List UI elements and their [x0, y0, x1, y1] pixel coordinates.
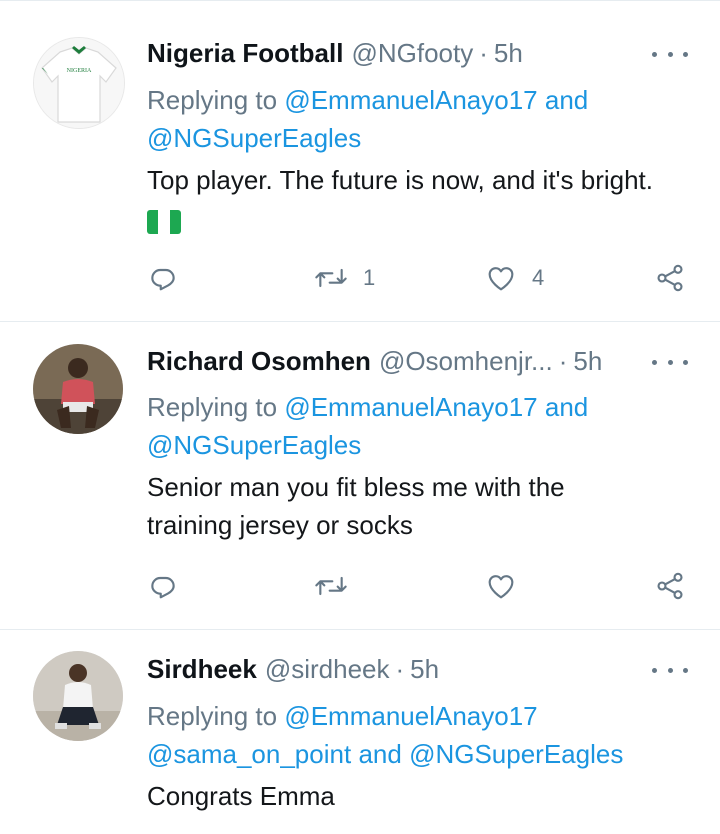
- user-handle[interactable]: @NGfooty: [351, 38, 473, 69]
- profile-photo: [33, 651, 123, 741]
- user-handle[interactable]: @Osomhenjr...: [379, 346, 553, 377]
- retweet-button[interactable]: [313, 566, 349, 606]
- more-horizontal-icon: [652, 667, 657, 673]
- more-options-button[interactable]: [652, 658, 688, 682]
- avatar[interactable]: NIGERIA: [33, 37, 125, 129]
- retweet-count: 1: [363, 265, 376, 290]
- mention-link[interactable]: @EmmanuelAnayo17: [284, 701, 537, 731]
- display-name[interactable]: Sirdheek: [147, 654, 257, 685]
- action-bar: [0, 566, 720, 606]
- replying-prefix: Replying to: [147, 701, 278, 731]
- timestamp[interactable]: 5h: [494, 38, 523, 69]
- replying-prefix: Replying to: [147, 85, 278, 115]
- mention-link[interactable]: @EmmanuelAnayo17: [284, 392, 537, 422]
- action-bar: 1 4: [0, 258, 720, 298]
- user-handle[interactable]: @sirdheek: [265, 654, 390, 685]
- and-others-link[interactable]: and: [358, 739, 401, 769]
- and-others-link[interactable]: and: [545, 392, 588, 422]
- heart-icon: [488, 267, 514, 291]
- heart-icon: [488, 575, 514, 599]
- tweet-header: Nigeria Football @NGfooty · 5h: [147, 35, 523, 71]
- nigeria-flag-emoji: [147, 210, 181, 235]
- retweet-icon: [315, 268, 347, 288]
- retweet-button[interactable]: 1: [313, 258, 375, 298]
- timestamp[interactable]: 5h: [573, 346, 602, 377]
- display-name[interactable]: Richard Osomhen: [147, 346, 371, 377]
- tweet-text-line: Senior man you fit bless me with the: [147, 472, 565, 502]
- display-name[interactable]: Nigeria Football: [147, 38, 343, 69]
- more-horizontal-icon: [652, 359, 657, 365]
- tweet-header: Sirdheek @sirdheek · 5h: [147, 651, 439, 687]
- comment-icon: [151, 268, 175, 291]
- share-button[interactable]: [654, 258, 686, 298]
- tweet-text: Top player. The future is now, and it's …: [147, 161, 707, 237]
- like-count: 4: [532, 265, 545, 290]
- mention-link[interactable]: @NGSuperEagles: [147, 430, 361, 460]
- tweet-richard-osomhen[interactable]: Richard Osomhen @Osomhenjr... · 5h Reply…: [0, 321, 720, 630]
- separator-dot: ·: [558, 345, 568, 376]
- jersey-lettering: NIGERIA: [67, 68, 92, 74]
- replying-to: Replying to @EmmanuelAnayo17 @sama_on_po…: [147, 697, 697, 773]
- reply-button[interactable]: [147, 566, 179, 606]
- replying-to: Replying to @EmmanuelAnayo17 and @NGSupe…: [147, 388, 697, 464]
- tweet-text: Senior man you fit bless me with the tra…: [147, 468, 707, 544]
- separator-dot: ·: [395, 653, 405, 684]
- and-others-link[interactable]: and: [545, 85, 588, 115]
- share-button[interactable]: [654, 566, 686, 606]
- more-horizontal-icon: [652, 51, 657, 57]
- tweet-text: Congrats Emma: [147, 777, 707, 815]
- reply-feed: NIGERIA Nigeria Football @NGfooty · 5h R…: [0, 0, 720, 834]
- tweet-sirdheek[interactable]: Sirdheek @sirdheek · 5h Replying to @Emm…: [0, 629, 720, 834]
- avatar[interactable]: [33, 651, 123, 741]
- like-button[interactable]: 4: [484, 258, 544, 298]
- mention-link[interactable]: @NGSuperEagles: [147, 123, 361, 153]
- replying-to: Replying to @EmmanuelAnayo17 and @NGSupe…: [147, 81, 697, 157]
- avatar[interactable]: [33, 344, 123, 434]
- replying-prefix: Replying to: [147, 392, 278, 422]
- timestamp[interactable]: 5h: [410, 654, 439, 685]
- retweet-icon: [315, 576, 347, 596]
- share-icon: [657, 572, 683, 600]
- jersey-avatar-image: NIGERIA: [34, 38, 124, 128]
- mention-link[interactable]: @NGSuperEagles: [409, 739, 623, 769]
- profile-photo: [33, 344, 123, 434]
- more-options-button[interactable]: [652, 350, 688, 374]
- share-icon: [657, 264, 683, 292]
- tweet-text-line: training jersey or socks: [147, 510, 413, 540]
- more-options-button[interactable]: [652, 42, 688, 66]
- tweet-text-line: Congrats Emma: [147, 781, 335, 811]
- reply-button[interactable]: [147, 258, 179, 298]
- like-button[interactable]: [484, 566, 518, 606]
- comment-icon: [151, 576, 175, 599]
- mention-link[interactable]: @EmmanuelAnayo17: [284, 85, 537, 115]
- tweet-header: Richard Osomhen @Osomhenjr... · 5h: [147, 343, 602, 379]
- mention-link[interactable]: @sama_on_point: [147, 739, 351, 769]
- separator-dot: ·: [479, 37, 488, 68]
- tweet-text-line: Top player. The future is now, and it's …: [147, 165, 653, 195]
- tweet-nigeria-football[interactable]: NIGERIA Nigeria Football @NGfooty · 5h R…: [0, 0, 720, 322]
